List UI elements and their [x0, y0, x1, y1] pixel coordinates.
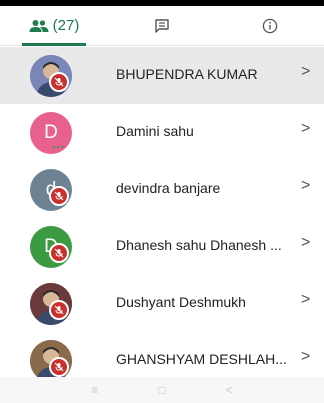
participant-name: Dushyant Deshmukh [116, 294, 246, 310]
participant-name: GHANSHYAM DESHLAH... [116, 351, 287, 367]
info-icon [262, 18, 278, 33]
chevron-right-icon[interactable]: > [301, 120, 310, 138]
participant-name: Damini sahu [116, 123, 194, 139]
participant-count: (27) [52, 17, 80, 34]
participant-row[interactable]: GHANSHYAM DESHLAH... > [0, 332, 324, 377]
mic-muted-icon [49, 72, 69, 92]
participant-row[interactable]: D... Damini sahu > [0, 104, 324, 161]
chat-icon [155, 18, 169, 33]
chevron-right-icon[interactable]: > [301, 177, 310, 195]
tab-participants[interactable]: (27) [0, 6, 108, 46]
chevron-right-icon[interactable]: > [301, 234, 310, 252]
participant-row[interactable]: ddevindra banjare> [0, 161, 324, 218]
participant-name: devindra banjare [116, 180, 221, 196]
home-nav-button[interactable]: □ [158, 383, 165, 397]
chevron-right-icon[interactable]: > [301, 291, 310, 309]
participant-row[interactable]: BHUPENDRA KUMAR > [0, 47, 324, 104]
chevron-right-icon[interactable]: > [301, 63, 310, 81]
system-navigation-bar: ≡ □ < [0, 377, 324, 403]
back-nav-button[interactable]: < [226, 383, 233, 397]
avatar-container: D [30, 112, 72, 154]
avatar: D [30, 112, 72, 154]
people-icon [29, 19, 49, 32]
participant-list: BHUPENDRA KUMAR>D...Damini sahu>ddevindr… [0, 47, 324, 377]
menu-nav-button[interactable]: ≡ [91, 383, 98, 397]
talking-indicator-icon: ... [52, 137, 66, 151]
participant-name: Dhanesh sahu Dhanesh ... [116, 237, 282, 253]
chevron-right-icon[interactable]: > [301, 348, 310, 366]
participant-row[interactable]: Dushyant Deshmukh > [0, 275, 324, 332]
participant-row[interactable]: DDhanesh sahu Dhanesh ...> [0, 218, 324, 275]
participant-name: BHUPENDRA KUMAR [116, 66, 258, 82]
mic-muted-icon [49, 243, 69, 263]
tab-info[interactable] [216, 6, 324, 45]
mic-muted-icon [49, 357, 69, 377]
mic-muted-icon [49, 186, 69, 206]
tab-bar: (27) [0, 6, 324, 46]
mic-muted-icon [49, 300, 69, 320]
tab-chat[interactable] [108, 6, 216, 45]
